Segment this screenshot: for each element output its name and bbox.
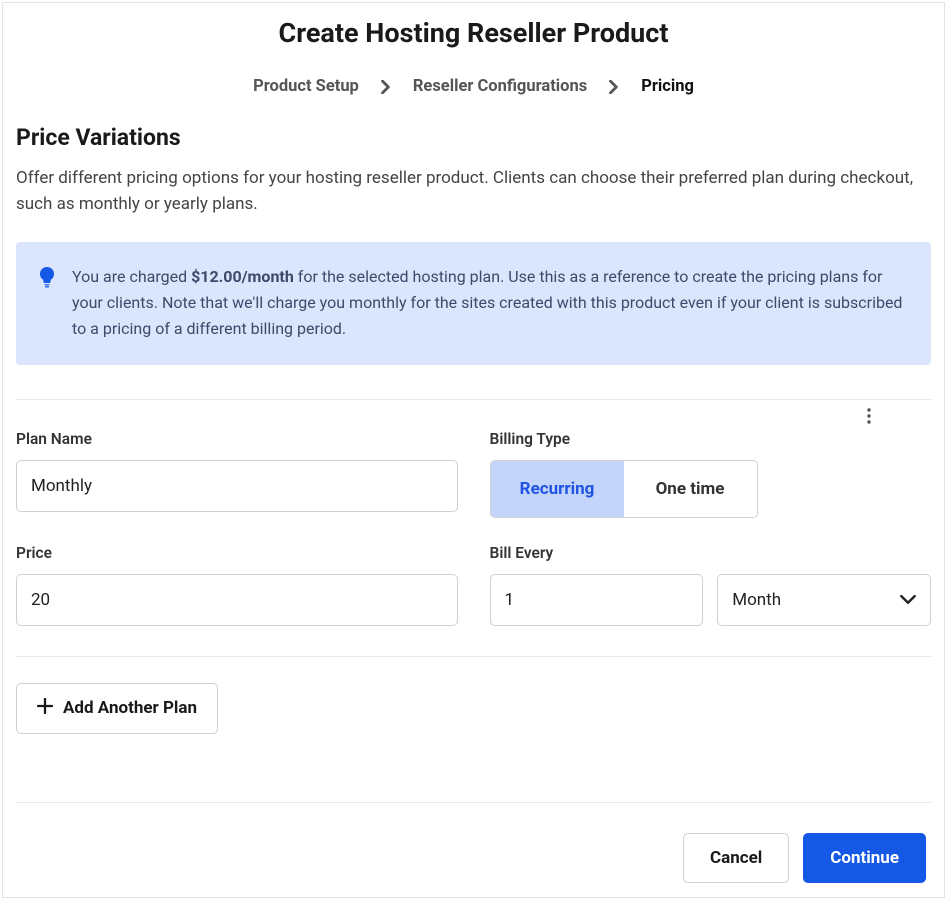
plan-name-input[interactable] (16, 460, 458, 512)
chevron-right-icon (381, 80, 391, 94)
billing-type-toggle: Recurring One time (490, 460, 758, 518)
divider (16, 656, 931, 657)
section-description: Offer different pricing options for your… (16, 165, 931, 218)
plus-icon (37, 698, 53, 719)
breadcrumb-step-pricing: Pricing (641, 77, 694, 96)
chevron-right-icon (609, 80, 619, 94)
plan-name-label: Plan Name (16, 430, 458, 448)
bill-unit-value: Month (732, 590, 781, 610)
footer-actions: Cancel Continue (683, 833, 926, 883)
lightbulb-icon (38, 266, 56, 343)
cancel-button[interactable]: Cancel (683, 833, 789, 883)
section-title: Price Variations (16, 124, 931, 151)
info-text: You are charged $12.00/month for the sel… (72, 264, 909, 343)
main-container: Create Hosting Reseller Product Product … (2, 2, 945, 898)
breadcrumb-step-reseller-configurations[interactable]: Reseller Configurations (413, 77, 587, 96)
add-plan-label: Add Another Plan (63, 698, 197, 718)
info-amount: $12.00/month (191, 267, 294, 286)
bill-every-label: Bill Every (490, 544, 932, 562)
more-vertical-icon (867, 408, 871, 424)
billing-type-label: Billing Type (490, 430, 932, 448)
chevron-down-icon (900, 590, 916, 610)
breadcrumb-step-product-setup[interactable]: Product Setup (253, 77, 359, 96)
price-input[interactable] (16, 574, 458, 626)
plan-form: Plan Name Billing Type Recurring One tim… (16, 400, 931, 656)
bill-unit-select[interactable]: Month (717, 574, 931, 626)
divider (16, 802, 931, 803)
plan-more-menu-button[interactable] (857, 404, 881, 428)
price-label: Price (16, 544, 458, 562)
page-title: Create Hosting Reseller Product (3, 3, 944, 77)
info-prefix: You are charged (72, 267, 191, 286)
billing-type-onetime[interactable]: One time (624, 461, 757, 517)
add-another-plan-button[interactable]: Add Another Plan (16, 683, 218, 734)
continue-button[interactable]: Continue (803, 833, 926, 883)
bill-every-input[interactable] (490, 574, 704, 626)
billing-type-recurring[interactable]: Recurring (491, 461, 624, 517)
wizard-breadcrumb: Product Setup Reseller Configurations Pr… (3, 77, 944, 124)
info-callout: You are charged $12.00/month for the sel… (16, 242, 931, 365)
